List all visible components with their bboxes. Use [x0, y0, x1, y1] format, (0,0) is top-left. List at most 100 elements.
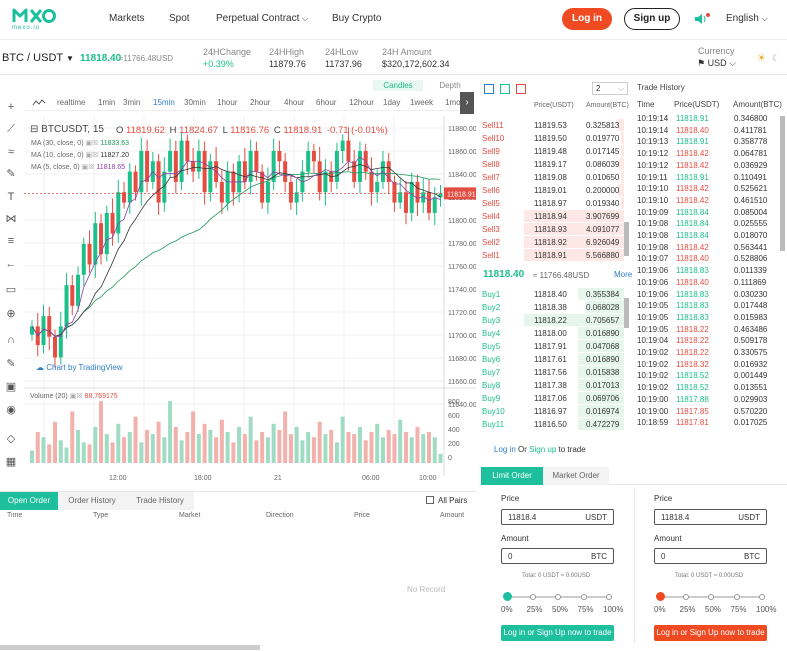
view-buy-icon[interactable]: [500, 84, 510, 94]
lock-drawing-icon[interactable]: ✎: [4, 357, 18, 371]
tab-open-order[interactable]: Open Order: [0, 492, 58, 510]
buy-slider-stop[interactable]: [555, 594, 561, 600]
sell-slider-stop[interactable]: [656, 592, 665, 601]
fib-icon[interactable]: ≈: [4, 145, 18, 159]
sell-slider-stop[interactable]: [708, 594, 714, 600]
settings-icon[interactable]: ▣☒: [85, 140, 98, 147]
sell-price-input[interactable]: 11818.4 USDT: [654, 509, 767, 525]
magnet-icon[interactable]: ∩: [4, 333, 18, 347]
th-scrollbar[interactable]: [780, 116, 785, 251]
tab-depth[interactable]: Depth: [426, 80, 474, 91]
nav-markets[interactable]: Markets: [109, 13, 145, 24]
buy-pct-25[interactable]: 25%: [527, 605, 543, 614]
interval-3min[interactable]: 3min: [123, 98, 140, 107]
interval-2hour[interactable]: 2hour: [250, 98, 270, 107]
precision-select[interactable]: 2 ⌵: [592, 82, 628, 95]
interval-1day[interactable]: 1day: [383, 98, 400, 107]
buy-slider-stop[interactable]: [503, 592, 512, 601]
sell-slider-stop[interactable]: [682, 594, 689, 600]
tab-candles[interactable]: Candles: [373, 80, 423, 91]
ob-buys-row[interactable]: Buy9 11817.06 0.069706: [478, 391, 632, 405]
brush-icon[interactable]: ✎: [4, 167, 18, 181]
ob-buys-row[interactable]: Buy3 11818.22 0.705657: [478, 313, 632, 327]
notification-icon[interactable]: [694, 13, 710, 25]
sell-slider-stop[interactable]: [733, 594, 740, 600]
ob-buys-row[interactable]: Buy2 11818.38 0.068028: [478, 300, 632, 314]
buy-pct-50[interactable]: 50%: [552, 605, 568, 614]
prompt-signup-link[interactable]: Sign up: [529, 445, 556, 454]
trash-icon[interactable]: ▦: [4, 455, 18, 469]
eye-icon[interactable]: ◉: [4, 403, 18, 417]
interval-30min[interactable]: 30min: [184, 98, 206, 107]
language-selector[interactable]: English ⌵: [726, 13, 768, 24]
interval-realtime[interactable]: realtime: [57, 98, 85, 107]
ob-buys-row[interactable]: Buy10 11816.97 0.016974: [478, 404, 632, 418]
price-chart[interactable]: 11880.0011860.0011840.0011820.0011800.00…: [24, 116, 477, 486]
ob-sells-row[interactable]: Sell7 11819.08 0.010650: [478, 170, 632, 184]
sell-pct-75[interactable]: 75%: [731, 605, 747, 614]
ob-sells-row[interactable]: Sell8 11819.17 0.086039: [478, 157, 632, 171]
view-sell-icon[interactable]: [516, 84, 526, 94]
nav-perpetual-contract[interactable]: Perpetual Contract ⌵: [216, 13, 308, 24]
tab-market-order[interactable]: Market Order: [543, 467, 609, 485]
ob-buys-row[interactable]: Buy5 11817.91 0.047068: [478, 339, 632, 353]
ob-buys-row[interactable]: Buy8 11817.38 0.017013: [478, 378, 632, 392]
interval-15min[interactable]: 15min: [153, 98, 175, 107]
buy-pct-100[interactable]: 100%: [603, 605, 623, 614]
buy-price-input[interactable]: 11818.4 USDT: [501, 509, 614, 525]
sell-pct-25[interactable]: 25%: [680, 605, 696, 614]
buy-login-trade-button[interactable]: Log in or Sign Up now to trade: [501, 625, 614, 641]
crosshair-icon[interactable]: +: [4, 100, 18, 114]
pattern-icon[interactable]: ⋈: [4, 212, 18, 226]
settings-icon[interactable]: ▣☒: [85, 152, 98, 159]
signup-button[interactable]: Sign up: [624, 8, 680, 30]
ob-sells-row[interactable]: Sell3 11818.93 4.091077: [478, 222, 632, 236]
text-icon[interactable]: T: [4, 190, 18, 204]
orders-scrollbar[interactable]: [0, 645, 260, 650]
tab-trade-history[interactable]: Trade History: [126, 492, 194, 510]
ob-sells-row[interactable]: Sell4 11818.94 3.907699: [478, 209, 632, 223]
sun-icon[interactable]: ☀: [757, 53, 766, 64]
interval-4hour[interactable]: 4hour: [284, 98, 304, 107]
buy-slider-stop[interactable]: [580, 594, 587, 600]
tradingview-watermark[interactable]: ☁ Chart by TradingView: [36, 363, 123, 372]
ob-sells-row[interactable]: Sell10 11819.50 0.019770: [478, 131, 632, 145]
prompt-login-link[interactable]: Log in: [494, 445, 516, 454]
trend-line-icon[interactable]: ⟋: [4, 122, 18, 136]
ob-sells-row[interactable]: Sell9 11819.48 0.017145: [478, 144, 632, 158]
view-both-icon[interactable]: [484, 84, 494, 94]
ob-sells-row[interactable]: Sell2 11818.92 6.926049: [478, 235, 632, 249]
sell-pct-50[interactable]: 50%: [705, 605, 721, 614]
ob-buys-row[interactable]: Buy7 11817.56 0.015838: [478, 365, 632, 379]
ob-buys-row[interactable]: Buy6 11817.61 0.016890: [478, 352, 632, 366]
ob-buys-row[interactable]: Buy11 11816.50 0.472279: [478, 417, 632, 431]
ob-buys-row[interactable]: Buy1 11818.40 0.355384: [478, 288, 632, 301]
ob-sells-row[interactable]: Sell1 11818.91 5.566880: [478, 248, 632, 262]
moon-icon[interactable]: ☾: [772, 53, 780, 64]
buy-slider-stop[interactable]: [529, 594, 536, 600]
zoom-icon[interactable]: ⊕: [4, 307, 18, 321]
interval-12hour[interactable]: 12hour: [349, 98, 374, 107]
buy-slider-stop[interactable]: [606, 594, 612, 600]
sell-pct-100[interactable]: 100%: [756, 605, 776, 614]
prediction-icon[interactable]: ≡: [4, 234, 18, 248]
mexo-logo[interactable]: mexo.io: [12, 6, 56, 31]
ob-sells-row[interactable]: Sell6 11819.01 0.200000: [478, 183, 632, 197]
ruler-icon[interactable]: ▭: [4, 283, 18, 297]
ob-scrollbar[interactable]: [624, 222, 629, 256]
tab-limit-order[interactable]: Limit Order: [481, 467, 543, 485]
settings-icon[interactable]: ▣☒: [70, 393, 83, 400]
lock-icon[interactable]: ▣: [4, 380, 18, 394]
ob-more-link[interactable]: More: [614, 270, 632, 279]
collapse-icon[interactable]: ⊟: [30, 124, 38, 135]
interval-1hour[interactable]: 1hour: [217, 98, 237, 107]
nav-buy-crypto[interactable]: Buy Crypto: [332, 13, 381, 24]
chevron-right-icon[interactable]: ›: [460, 92, 474, 114]
sell-login-trade-button[interactable]: Log in or Sign Up now to trade: [654, 625, 767, 641]
ob-buys-row[interactable]: Buy4 11818.00 0.016890: [478, 326, 632, 340]
ob-sells-row[interactable]: Sell5 11818.97 0.019340: [478, 196, 632, 210]
buy-pct-0[interactable]: 0%: [501, 605, 513, 614]
pair-selector[interactable]: BTC / USDT ▼: [2, 52, 74, 64]
settings-icon[interactable]: ▣☒: [82, 164, 95, 171]
sell-amount-input[interactable]: 0 BTC: [654, 548, 767, 564]
